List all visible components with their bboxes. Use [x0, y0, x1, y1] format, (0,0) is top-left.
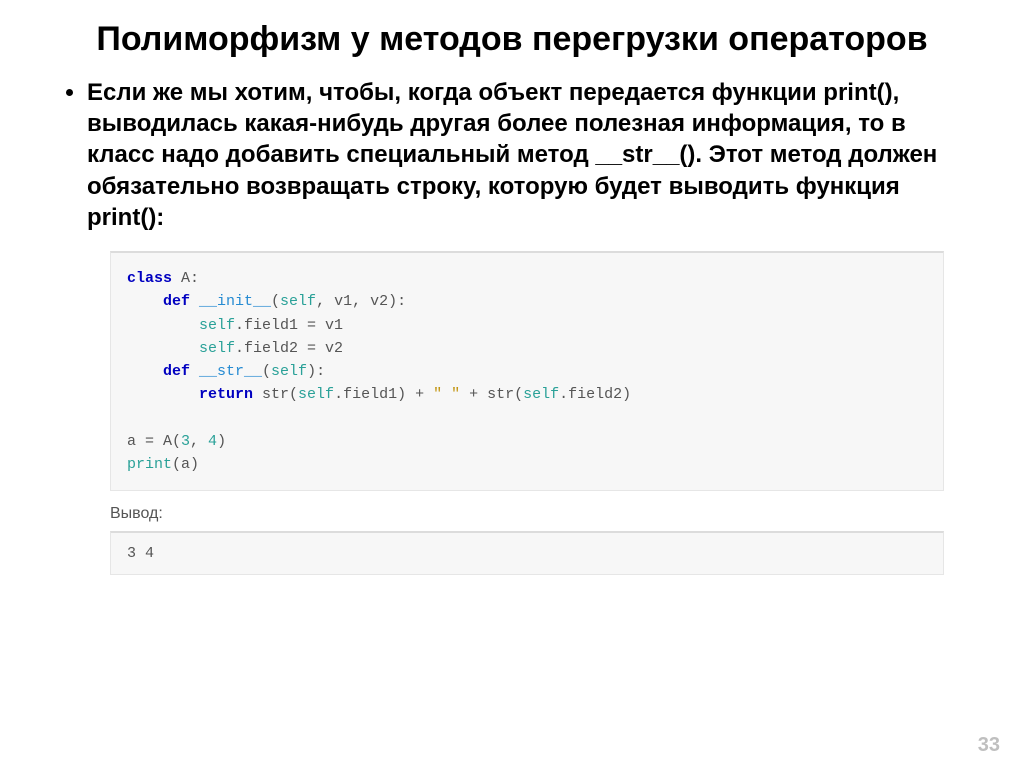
code-text: str( — [253, 386, 298, 403]
kw-def: def — [127, 293, 190, 310]
code-text: .field1) + — [334, 386, 433, 403]
kw-class: class — [127, 270, 172, 287]
fn-name: __str__ — [190, 363, 262, 380]
code-text: a = A( — [127, 433, 181, 450]
kw-self: self — [298, 386, 334, 403]
code-block: class A: def __init__(self, v1, v2): sel… — [110, 251, 944, 491]
number: 4 — [208, 433, 217, 450]
paragraph-text: Если же мы хотим, чтобы, когда объект пе… — [87, 77, 964, 233]
code-text: ( — [262, 363, 271, 380]
code-text: .field2 = v2 — [235, 340, 343, 357]
kw-self: self — [127, 317, 235, 334]
code-text: .field1 = v1 — [235, 317, 343, 334]
code-text: , v1, v2): — [316, 293, 406, 310]
code-text: ) — [217, 433, 226, 450]
kw-self: self — [280, 293, 316, 310]
kw-def: def — [127, 363, 190, 380]
fn-name: __init__ — [190, 293, 271, 310]
kw-self: self — [271, 363, 307, 380]
slide-title: Полиморфизм у методов перегрузки операто… — [60, 20, 964, 59]
kw-return: return — [127, 386, 253, 403]
code-text: .field2) — [559, 386, 631, 403]
bullet-icon — [66, 89, 73, 96]
page-number: 33 — [978, 734, 1000, 757]
code-text: + str( — [460, 386, 523, 403]
builtin: print — [127, 456, 172, 473]
code-text: ( — [271, 293, 280, 310]
code-text: ): — [307, 363, 325, 380]
string-literal: " " — [433, 386, 460, 403]
number: 3 — [181, 433, 190, 450]
code-text: (a) — [172, 456, 199, 473]
code-text: A: — [172, 270, 199, 287]
output-label: Вывод: — [110, 505, 944, 523]
code-text: , — [190, 433, 208, 450]
bullet-item: Если же мы хотим, чтобы, когда объект пе… — [66, 77, 964, 233]
output-block: 3 4 — [110, 531, 944, 575]
kw-self: self — [523, 386, 559, 403]
kw-self: self — [127, 340, 235, 357]
